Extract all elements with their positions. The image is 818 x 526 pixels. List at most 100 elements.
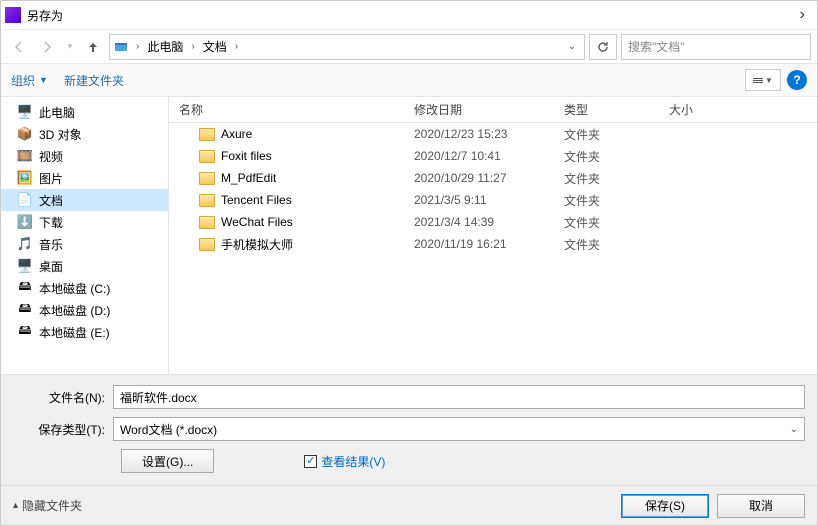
- location-icon: [112, 38, 130, 56]
- file-name: Tencent Files: [221, 193, 292, 207]
- sidebar-item-7[interactable]: 🖥️ 桌面: [1, 255, 168, 277]
- address-bar[interactable]: › 此电脑 › 文档 › ⌄: [109, 34, 585, 60]
- file-type: 文件夹: [564, 192, 669, 209]
- sidebar-item-5[interactable]: ⬇️ 下载: [1, 211, 168, 233]
- filename-input-wrap[interactable]: [113, 385, 805, 409]
- file-type: 文件夹: [564, 148, 669, 165]
- file-type: 文件夹: [564, 170, 669, 187]
- view-results-label: 查看结果(V): [321, 453, 385, 470]
- file-type: 文件夹: [564, 236, 669, 253]
- view-mode-button[interactable]: ▼: [745, 69, 781, 91]
- sidebar-icon: 📦: [17, 126, 33, 142]
- chevron-right-icon: ›: [233, 41, 240, 52]
- col-type[interactable]: 类型: [564, 101, 669, 118]
- hide-folders-button[interactable]: ▴ 隐藏文件夹: [13, 497, 82, 514]
- filename-input[interactable]: [120, 390, 798, 404]
- file-type: 文件夹: [564, 126, 669, 143]
- up-button[interactable]: [81, 35, 105, 59]
- organize-button[interactable]: 组织: [11, 72, 35, 89]
- sidebar-icon: 🖴: [17, 280, 33, 296]
- file-name: Axure: [221, 127, 252, 141]
- save-button[interactable]: 保存(S): [621, 494, 709, 518]
- sidebar-item-label: 视频: [39, 148, 63, 165]
- folder-icon: [199, 172, 215, 185]
- file-date: 2020/11/19 16:21: [414, 237, 564, 251]
- sidebar-item-6[interactable]: 🎵音乐: [1, 233, 168, 255]
- chevron-right-icon: ›: [189, 41, 196, 52]
- sidebar: 🖥️此电脑📦3D 对象🎞️视频🖼️图片📄文档⬇️下载🎵音乐🖥️桌面🖴本地磁盘 (…: [1, 97, 169, 374]
- sidebar-icon: ⬇️: [17, 214, 33, 230]
- sidebar-icon: 📄: [17, 192, 33, 208]
- sidebar-item-0[interactable]: 🖥️此电脑: [1, 101, 168, 123]
- file-name: 手机模拟大师: [221, 236, 293, 253]
- navbar: ▾ › 此电脑 › 文档 › ⌄: [1, 29, 817, 63]
- col-size[interactable]: 大小: [669, 101, 817, 118]
- sidebar-item-label: 下载: [39, 214, 63, 231]
- settings-button[interactable]: 设置(G)...: [121, 449, 214, 473]
- file-name: M_PdfEdit: [221, 171, 276, 185]
- sidebar-item-label: 音乐: [39, 236, 63, 253]
- expand-icon[interactable]: ›: [792, 6, 813, 24]
- file-row[interactable]: Foxit files 2020/12/7 10:41文件夹: [169, 145, 817, 167]
- sidebar-icon: 🖴: [17, 324, 33, 340]
- main-area: 🖥️此电脑📦3D 对象🎞️视频🖼️图片📄文档⬇️下载🎵音乐🖥️桌面🖴本地磁盘 (…: [1, 97, 817, 374]
- sidebar-item-8[interactable]: 🖴本地磁盘 (C:): [1, 277, 168, 299]
- sidebar-item-label: 本地磁盘 (D:): [39, 302, 110, 319]
- breadcrumb-folder[interactable]: 文档: [201, 38, 229, 55]
- file-date: 2020/10/29 11:27: [414, 171, 564, 185]
- file-name: Foxit files: [221, 149, 272, 163]
- sidebar-item-4[interactable]: 📄 文档: [1, 189, 168, 211]
- search-input[interactable]: [628, 40, 804, 54]
- file-date: 2020/12/7 10:41: [414, 149, 564, 163]
- sidebar-item-9[interactable]: 🖴本地磁盘 (D:): [1, 299, 168, 321]
- recent-dropdown[interactable]: ▾: [63, 35, 77, 59]
- sidebar-item-label: 3D 对象: [39, 126, 82, 143]
- sidebar-item-3[interactable]: 🖼️图片: [1, 167, 168, 189]
- view-results-checkbox[interactable]: ✓ 查看结果(V): [304, 453, 385, 470]
- filetype-value: Word文档 (*.docx): [120, 421, 217, 438]
- filename-label: 文件名(N):: [13, 389, 113, 406]
- chevron-right-icon: ›: [134, 41, 141, 52]
- file-date: 2020/12/23 15:23: [414, 127, 564, 141]
- file-row[interactable]: WeChat Files2021/3/4 14:39文件夹: [169, 211, 817, 233]
- checkbox-icon: ✓: [304, 455, 317, 468]
- folder-icon: [199, 128, 215, 141]
- back-button[interactable]: [7, 35, 31, 59]
- organize-dropdown-icon[interactable]: ▼: [39, 75, 48, 85]
- sidebar-icon: 🖥️: [17, 258, 33, 274]
- sidebar-item-label: 桌面: [39, 258, 63, 275]
- column-headers: 名称 修改日期 类型 大小: [169, 97, 817, 123]
- breadcrumb-root[interactable]: 此电脑: [145, 38, 185, 55]
- file-row[interactable]: Tencent Files 2021/3/5 9:11文件夹: [169, 189, 817, 211]
- sidebar-item-2[interactable]: 🎞️ 视频: [1, 145, 168, 167]
- sidebar-item-1[interactable]: 📦 3D 对象: [1, 123, 168, 145]
- filetype-select[interactable]: Word文档 (*.docx) ⌄: [113, 417, 805, 441]
- sidebar-icon: 🎞️: [17, 148, 33, 164]
- folder-icon: [199, 150, 215, 163]
- new-folder-button[interactable]: 新建文件夹: [64, 72, 124, 89]
- sidebar-item-label: 本地磁盘 (E:): [39, 324, 110, 341]
- file-row[interactable]: 手机模拟大师 2020/11/19 16:21文件夹: [169, 233, 817, 255]
- help-button[interactable]: ?: [787, 70, 807, 90]
- col-date[interactable]: 修改日期: [414, 101, 564, 118]
- forward-button[interactable]: [35, 35, 59, 59]
- refresh-button[interactable]: [589, 34, 617, 60]
- chevron-down-icon: ⌄: [790, 424, 798, 435]
- file-name: WeChat Files: [221, 215, 293, 229]
- cancel-button[interactable]: 取消: [717, 494, 805, 518]
- file-row[interactable]: M_PdfEdit 2020/10/29 11:27文件夹: [169, 167, 817, 189]
- file-row[interactable]: Axure 2020/12/23 15:23文件夹: [169, 123, 817, 145]
- search-box[interactable]: [621, 34, 811, 60]
- file-list: Axure2020/12/23 15:23文件夹Foxit files2020/…: [169, 123, 817, 374]
- filetype-label: 保存类型(T):: [13, 421, 113, 438]
- folder-icon: [199, 238, 215, 251]
- file-date: 2021/3/5 9:11: [414, 193, 564, 207]
- col-name[interactable]: 名称: [169, 101, 414, 118]
- sidebar-item-10[interactable]: 🖴 本地磁盘 (E:): [1, 321, 168, 343]
- hide-folders-label: 隐藏文件夹: [22, 497, 82, 514]
- toolbar: 组织 ▼ 新建文件夹 ▼ ?: [1, 63, 817, 97]
- save-form: 文件名(N): 保存类型(T): Word文档 (*.docx) ⌄ 设置(G)…: [1, 374, 817, 485]
- sidebar-item-label: 文档: [39, 192, 63, 209]
- file-type: 文件夹: [564, 214, 669, 231]
- address-dropdown-icon[interactable]: ⌄: [562, 41, 582, 52]
